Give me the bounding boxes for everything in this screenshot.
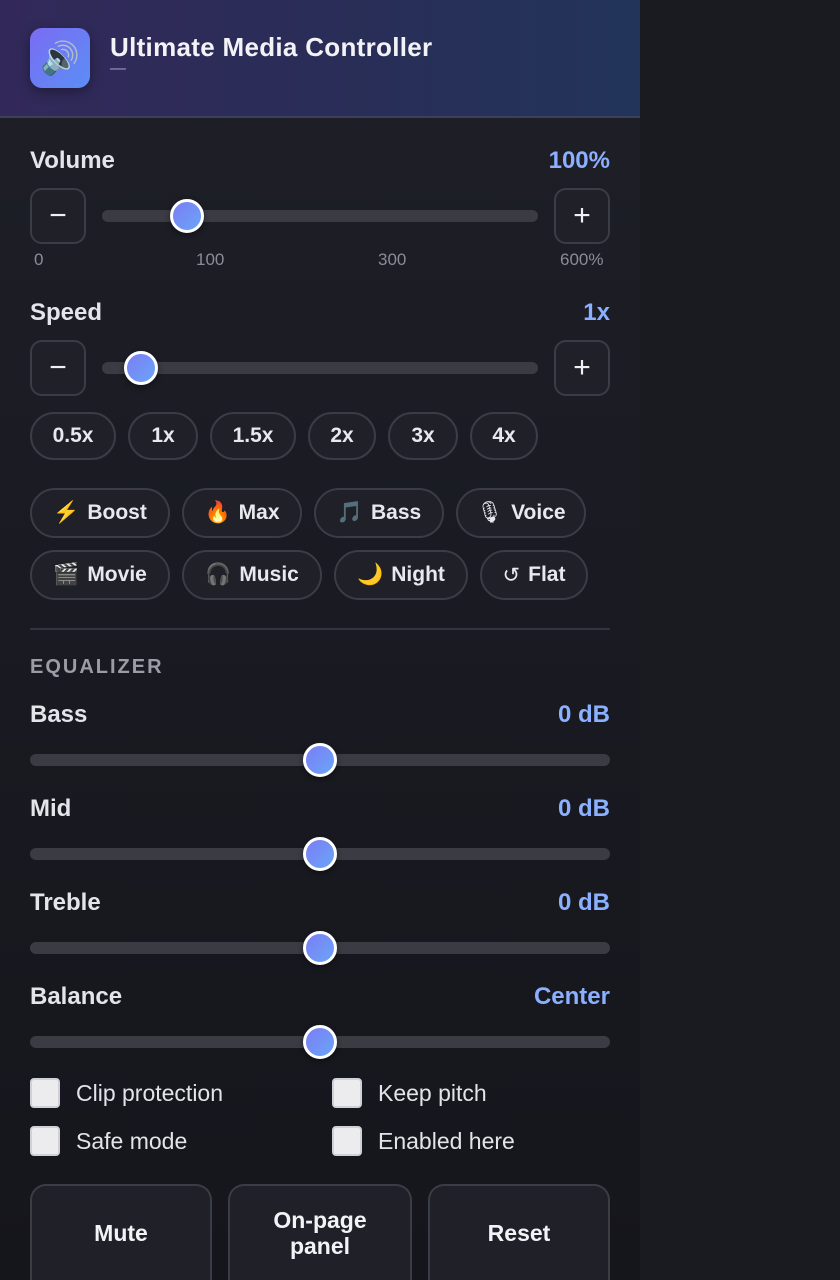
treble-band-value: 0 dB xyxy=(557,889,610,916)
balance-value: Center xyxy=(533,983,610,1010)
lightning-icon: ⚡ xyxy=(53,501,80,524)
safe-mode-label: Safe mode xyxy=(76,1128,188,1154)
boost-mode-button[interactable]: ⚡ Boost xyxy=(30,488,170,538)
keep-pitch-label: Keep pitch xyxy=(378,1080,487,1106)
mode-label: Music xyxy=(239,563,299,586)
speed-slider-track[interactable] xyxy=(102,362,538,374)
mode-label: Night xyxy=(391,563,445,586)
speed-preset-button[interactable]: 4x xyxy=(470,412,538,460)
keep-pitch-checkbox[interactable] xyxy=(332,1078,362,1108)
clip-protection-checkbox[interactable] xyxy=(30,1078,60,1108)
mode-label: Flat xyxy=(528,563,566,586)
reset-icon: ↺ xyxy=(502,563,521,587)
headphones-icon: 🎧 xyxy=(205,563,232,586)
mid-band-value: 0 dB xyxy=(557,795,610,822)
speaker-icon: 🔊 xyxy=(30,28,90,88)
volume-slider-track[interactable] xyxy=(102,210,538,222)
page-background xyxy=(640,0,840,1280)
speed-increase-button[interactable]: + xyxy=(554,340,610,396)
enabled-here-checkbox[interactable] xyxy=(332,1126,362,1156)
speed-preset-button[interactable]: 3x xyxy=(388,412,458,460)
clapperboard-icon: 🎬 xyxy=(53,563,80,586)
bass-slider-thumb[interactable] xyxy=(303,743,337,777)
speed-label: Speed xyxy=(30,299,103,326)
max-mode-button[interactable]: 🔥 Max xyxy=(182,488,302,538)
section-divider xyxy=(30,628,610,630)
safe-mode-checkbox[interactable] xyxy=(30,1126,60,1156)
music-mode-button[interactable]: 🎧 Music xyxy=(182,550,322,600)
speed-value: 1x xyxy=(583,299,610,326)
speed-preset-button[interactable]: 1.5x xyxy=(210,412,296,460)
clip-protection-label: Clip protection xyxy=(76,1080,224,1106)
bass-band-value: 0 dB xyxy=(557,701,610,728)
bass-band-label: Bass xyxy=(30,701,88,728)
treble-slider-thumb[interactable] xyxy=(303,931,337,965)
volume-slider-thumb[interactable] xyxy=(170,199,204,233)
movie-mode-button[interactable]: 🎬 Movie xyxy=(30,550,170,600)
controller-panel: 🔊 Ultimate Media Controller — Volume 100… xyxy=(0,0,640,1280)
flat-mode-button[interactable]: ↺ Flat xyxy=(480,550,588,600)
mode-label: Bass xyxy=(370,501,422,524)
enabled-here-label: Enabled here xyxy=(378,1128,515,1154)
balance-label: Balance xyxy=(30,983,123,1010)
mid-slider-thumb[interactable] xyxy=(303,837,337,871)
speed-preset-button[interactable]: 2x xyxy=(308,412,376,460)
reset-button[interactable]: Reset xyxy=(428,1184,610,1280)
voice-mode-button[interactable]: 🎙 Voice xyxy=(456,488,586,538)
volume-tick: 100 xyxy=(196,250,225,269)
equalizer-heading: EQUALIZER xyxy=(30,656,164,678)
volume-tick: 0 xyxy=(34,250,44,269)
mode-label: Voice xyxy=(511,501,566,524)
mode-label: Movie xyxy=(87,563,147,586)
mode-label: Boost xyxy=(87,501,147,524)
volume-tick: 300 xyxy=(378,250,407,269)
music-note-icon: 🎵 xyxy=(336,501,363,524)
speed-preset-button[interactable]: 0.5x xyxy=(30,412,116,460)
mute-button[interactable]: Mute xyxy=(30,1184,212,1280)
speed-slider-thumb[interactable] xyxy=(124,351,158,385)
volume-increase-button[interactable]: + xyxy=(554,188,610,244)
on-page-panel-button[interactable]: On-page panel xyxy=(228,1184,412,1280)
volume-label: Volume xyxy=(30,147,115,174)
mode-label: Max xyxy=(238,501,280,524)
balance-slider-thumb[interactable] xyxy=(303,1025,337,1059)
app-subtitle: — xyxy=(110,60,126,77)
microphone-icon: 🎙 xyxy=(476,501,504,524)
volume-decrease-button[interactable]: − xyxy=(30,188,86,244)
app-title: Ultimate Media Controller xyxy=(110,32,433,62)
speed-preset-button[interactable]: 1x xyxy=(128,412,198,460)
panel-header: 🔊 Ultimate Media Controller — xyxy=(0,0,640,118)
fire-icon: 🔥 xyxy=(204,501,231,524)
night-mode-button[interactable]: 🌙 Night xyxy=(334,550,468,600)
mid-band-label: Mid xyxy=(30,795,72,822)
speed-decrease-button[interactable]: − xyxy=(30,340,86,396)
bass-mode-button[interactable]: 🎵 Bass xyxy=(314,488,444,538)
volume-value: 100% xyxy=(548,147,610,174)
treble-band-label: Treble xyxy=(30,889,101,916)
moon-icon: 🌙 xyxy=(357,563,384,586)
volume-tick: 600% xyxy=(560,250,604,269)
